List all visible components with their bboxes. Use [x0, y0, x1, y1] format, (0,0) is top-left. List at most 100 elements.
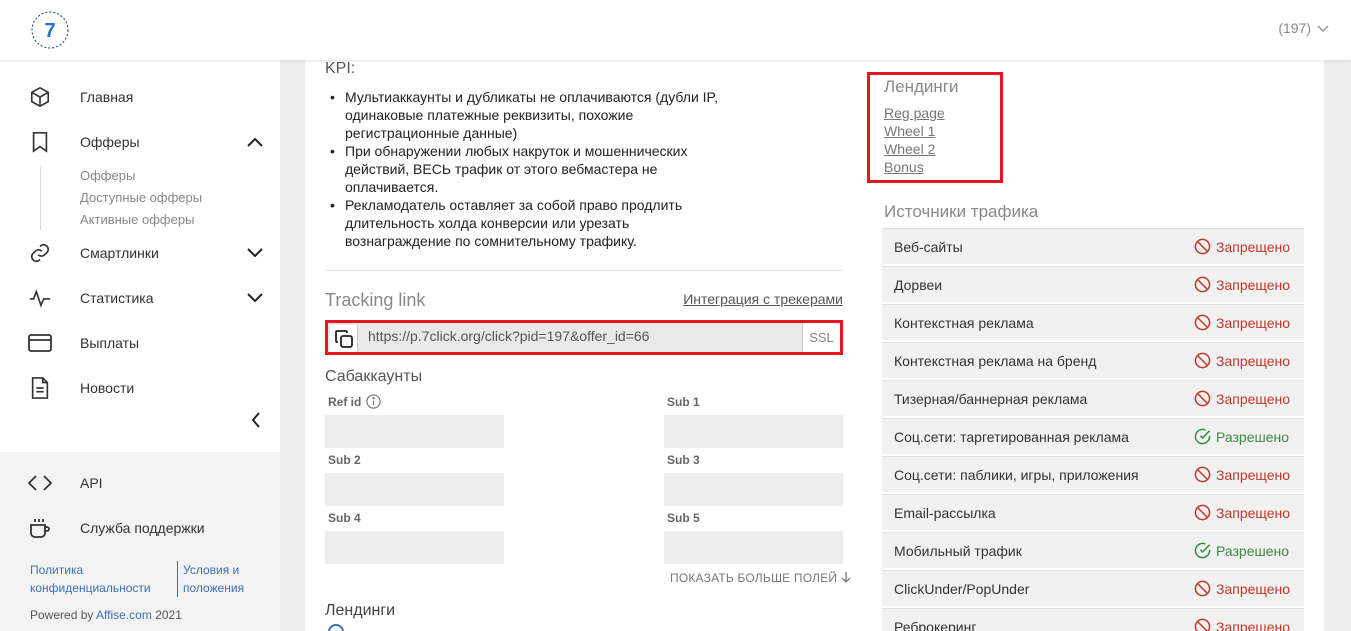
forbidden-icon	[1194, 276, 1211, 293]
section-divider	[325, 270, 843, 271]
landings-section-title: Лендинги	[325, 602, 396, 619]
kpi-item: Мультиаккаунты и дубликаты не оплачивают…	[328, 88, 728, 142]
traffic-source-status: Запрещено	[1194, 276, 1290, 293]
sidebar-item-label: Служба поддержки	[80, 520, 205, 536]
traffic-sources-title: Источники трафика	[884, 202, 1039, 221]
sidebar-item-statistics[interactable]: Статистика	[0, 278, 280, 318]
sidebar-subitem-available-offers[interactable]: Доступные офферы	[80, 190, 202, 205]
kpi-item: Рекламодатель оставляет за собой право п…	[328, 196, 728, 250]
sidebar-item-api[interactable]: API	[0, 463, 280, 503]
traffic-source-row: Тизерная/баннерная реклама Запрещено	[882, 380, 1304, 416]
user-menu[interactable]: (197)	[1278, 20, 1329, 36]
traffic-source-status: Запрещено	[1194, 352, 1290, 369]
affise-link[interactable]: Affise.com	[96, 608, 152, 622]
tracking-url-input[interactable]	[368, 328, 788, 344]
traffic-source-name: Соц.сети: таргетированная реклама	[894, 429, 1129, 445]
sub3-label: Sub 3	[667, 453, 700, 467]
traffic-source-status-label: Запрещено	[1216, 618, 1291, 631]
bookmark-icon	[28, 130, 52, 154]
traffic-source-status: Запрещено	[1194, 580, 1290, 597]
traffic-source-status-label: Запрещено	[1216, 390, 1291, 407]
forbidden-icon	[1194, 504, 1211, 521]
traffic-source-status-label: Разрешено	[1216, 542, 1290, 559]
kpi-list: Мультиаккаунты и дубликаты не оплачивают…	[328, 88, 728, 250]
svg-text:7: 7	[44, 20, 55, 42]
chevron-down-icon[interactable]	[244, 287, 266, 309]
sidebar-item-label: Выплаты	[80, 335, 140, 351]
chevron-down-icon[interactable]	[244, 242, 266, 264]
traffic-source-name: Email-рассылка	[894, 505, 996, 521]
landing-link-bonus[interactable]: Bonus	[884, 159, 924, 175]
traffic-source-name: Тизерная/баннерная реклама	[894, 391, 1088, 407]
sidebar-item-offers[interactable]: Офферы	[0, 122, 280, 162]
landing-link-reg-page[interactable]: Reg page	[884, 105, 945, 121]
chart-line-icon	[28, 286, 52, 310]
sub1-input[interactable]	[664, 415, 843, 448]
ref-id-input[interactable]	[325, 415, 504, 448]
chevron-down-icon	[1317, 20, 1329, 36]
kpi-item: При обнаружении любых накруток и мошенни…	[328, 142, 728, 196]
landing-link-wheel-1[interactable]: Wheel 1	[884, 123, 935, 139]
forbidden-icon	[1194, 466, 1211, 483]
collapse-sidebar-button[interactable]	[244, 408, 268, 432]
submenu-divider	[40, 166, 41, 230]
ssl-toggle[interactable]: SSL	[802, 323, 840, 352]
traffic-source-name: Дорвеи	[894, 277, 943, 293]
document-icon	[28, 376, 52, 400]
traffic-source-status: Запрещено	[1194, 314, 1290, 331]
forbidden-icon	[1194, 618, 1211, 631]
traffic-source-name: Контекстная реклама на бренд	[894, 353, 1097, 369]
footer-divider	[177, 561, 178, 597]
copy-button[interactable]	[330, 325, 358, 352]
terms-link[interactable]: Условия и положения	[183, 561, 244, 597]
traffic-source-row: ClickUnder/PopUnder Запрещено	[882, 570, 1304, 606]
sidebar-subitem-active-offers[interactable]: Активные офферы	[80, 212, 194, 227]
traffic-source-status: Запрещено	[1194, 618, 1290, 631]
sidebar-item-smartlinks[interactable]: Смартлинки	[0, 233, 280, 273]
traffic-source-name: Реброкеринг	[894, 619, 977, 631]
traffic-source-status-label: Запрещено	[1216, 352, 1291, 369]
sub5-input[interactable]	[664, 531, 843, 564]
code-icon	[28, 471, 52, 495]
sidebar-item-home[interactable]: Главная	[0, 77, 280, 117]
traffic-source-status: Запрещено	[1194, 466, 1290, 483]
traffic-source-status-label: Запрещено	[1216, 466, 1291, 483]
traffic-source-name: ClickUnder/PopUnder	[894, 581, 1030, 597]
traffic-source-row: Соц.сети: паблики, игры, приложения Запре…	[882, 456, 1304, 492]
user-label: (197)	[1278, 20, 1311, 36]
sidebar-item-label: Новости	[80, 380, 135, 396]
sidebar-item-payouts[interactable]: Выплаты	[0, 323, 280, 363]
landing-link-wheel-2[interactable]: Wheel 2	[884, 141, 935, 157]
sidebar-item-news[interactable]: Новости	[0, 368, 280, 408]
traffic-source-status: Разрешено	[1194, 542, 1289, 559]
sub2-input[interactable]	[325, 473, 504, 506]
traffic-source-row: Реброкеринг Запрещено	[882, 608, 1304, 631]
arrow-down-icon	[841, 572, 851, 583]
sub3-input[interactable]	[664, 473, 843, 506]
traffic-source-row: Соц.сети: таргетированная реклама Разреше…	[882, 418, 1304, 454]
privacy-policy-link[interactable]: Политика конфиденциальности	[30, 561, 151, 597]
traffic-source-status-label: Запрещено	[1216, 276, 1291, 293]
chevron-up-icon[interactable]	[244, 131, 266, 153]
coffee-icon	[28, 516, 52, 540]
powered-by: Powered by Affise.com 2021	[30, 608, 182, 622]
credit-card-icon	[28, 331, 52, 355]
forbidden-icon	[1194, 580, 1211, 597]
check-circle-icon	[1194, 428, 1211, 445]
integration-link[interactable]: Интеграция с трекерами	[683, 291, 843, 307]
tracking-link-title: Tracking link	[325, 290, 426, 310]
traffic-source-row: Веб-сайты Запрещено	[882, 228, 1304, 264]
sub4-input[interactable]	[325, 531, 504, 564]
info-icon[interactable]	[366, 394, 381, 409]
sidebar-subitem-offers[interactable]: Офферы	[80, 168, 135, 183]
top-bar: 7 (197)	[0, 0, 1351, 60]
landings-title: Лендинги	[884, 77, 959, 96]
forbidden-icon	[1194, 238, 1211, 255]
logo[interactable]: 7	[30, 10, 70, 50]
copy-icon	[334, 329, 353, 348]
traffic-source-status-label: Запрещено	[1216, 504, 1291, 521]
traffic-source-status: Запрещено	[1194, 390, 1290, 407]
sidebar-item-label: Главная	[80, 89, 134, 105]
sidebar-item-support[interactable]: Служба поддержки	[0, 508, 280, 548]
show-more-fields-button[interactable]: ПОКАЗАТЬ БОЛЬШЕ ПОЛЕЙ	[670, 571, 851, 585]
